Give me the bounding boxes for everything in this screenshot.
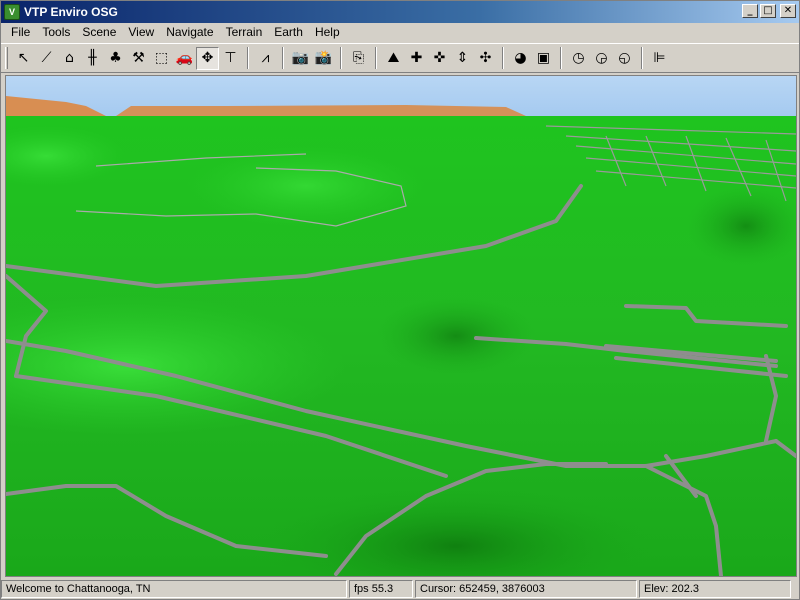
draw-fence-button[interactable]: ⟋ [35,47,58,70]
profile-button[interactable]: ⩘ [254,47,277,70]
time-button[interactable]: ◷ [567,47,590,70]
select-box-button[interactable]: ⬚ [150,47,173,70]
app-icon[interactable]: V [4,4,20,20]
navigate-all-icon: ✣ [479,50,492,66]
app-window: V VTP Enviro OSG _ □ ✕ File Tools Scene … [0,0,800,600]
window-title: VTP Enviro OSG [24,5,118,19]
menu-navigate[interactable]: Navigate [160,23,219,42]
power-line-icon: ╫ [88,50,97,66]
terrain-flight-button[interactable]: ⛰ [382,47,405,70]
terrain-flight-icon: ⛰ [387,50,400,66]
tree-button[interactable]: ♣ [104,47,127,70]
camera-save-button[interactable]: 📸 [312,47,335,70]
measure-icon: ⊤ [224,50,237,66]
toolbar-separator [340,47,342,69]
toolbar: ↖ ⟋ ⌂ ╫ ♣ ⚒ ⬚ 🚗 ✥ ⊤ ⩘ 📷 📸 ⎘ ⛰ ✚ ✜ ⇕ ✣ ◕ ▣ ◷ ◶ ◵ ⊫ [1,43,799,73]
measure-button[interactable]: ⊤ [219,47,242,70]
status-cursor: Cursor: 652459, 3876003 [415,580,637,598]
3d-viewport[interactable] [5,75,797,577]
status-fps: fps 55.3 [349,580,413,598]
scene-graph-icon: ⊫ [653,50,666,66]
profile-icon: ⩘ [261,50,270,66]
move-icon: ✥ [201,50,214,66]
time-icon: ◷ [572,50,585,66]
toolbar-separator [560,47,562,69]
menu-earth[interactable]: Earth [268,23,309,42]
earth-globe-icon: ◕ [514,50,527,66]
time-play-button[interactable]: ◶ [590,47,613,70]
power-line-button[interactable]: ╫ [81,47,104,70]
toolbar-separator [247,47,249,69]
speed-down-icon: ✜ [433,50,446,66]
toolbar-separator [375,47,377,69]
camera-icon: 📷 [291,50,310,66]
route-button[interactable]: ⚒ [127,47,150,70]
select-box-icon: ⬚ [154,50,169,66]
earth-globe-button[interactable]: ◕ [509,47,532,70]
menu-terrain[interactable]: Terrain [220,23,269,42]
draw-fence-icon: ⟋ [41,50,52,66]
move-button[interactable]: ✥ [196,46,219,70]
camera-save-icon: 📸 [314,50,333,66]
vehicle-button[interactable]: 🚗 [173,47,196,70]
layers-button[interactable]: ⎘ [347,47,370,70]
speed-up-button[interactable]: ✚ [405,47,428,70]
minimize-button[interactable]: _ [742,4,758,18]
speed-up-icon: ✚ [410,50,423,66]
altitude-icon: ⇕ [456,50,469,66]
toolbar-separator [282,47,284,69]
toolbar-separator [641,47,643,69]
menu-help[interactable]: Help [309,23,346,42]
toolbar-separator [502,47,504,69]
terrain-scene[interactable] [6,76,796,576]
building-button[interactable]: ⌂ [58,47,81,70]
menu-bar: File Tools Scene View Navigate Terrain E… [1,23,799,42]
status-bar: Welcome to Chattanooga, TN fps 55.3 Curs… [1,579,799,599]
altitude-button[interactable]: ⇕ [451,47,474,70]
layers-icon: ⎘ [352,50,365,66]
time-stop-button[interactable]: ◵ [613,47,636,70]
time-stop-icon: ◵ [618,50,631,66]
select-pointer-icon: ↖ [17,50,30,66]
route-icon: ⚒ [132,50,145,66]
menu-file[interactable]: File [5,23,36,42]
earth-map-icon: ▣ [536,50,551,66]
building-icon: ⌂ [65,50,74,66]
navigate-all-button[interactable]: ✣ [474,47,497,70]
menu-view[interactable]: View [122,23,160,42]
earth-map-button[interactable]: ▣ [532,47,555,70]
menu-tools[interactable]: Tools [36,23,76,42]
toolbar-grip[interactable] [5,47,8,69]
speed-down-button[interactable]: ✜ [428,47,451,70]
title-bar[interactable]: V VTP Enviro OSG _ □ ✕ [1,1,799,23]
tree-icon: ♣ [109,50,122,66]
status-message: Welcome to Chattanooga, TN [1,580,347,598]
close-button[interactable]: ✕ [780,4,796,18]
status-elevation: Elev: 202.3 [639,580,791,598]
maximize-button[interactable]: □ [760,4,776,18]
time-play-icon: ◶ [595,50,608,66]
scene-graph-button[interactable]: ⊫ [648,47,671,70]
camera-button[interactable]: 📷 [289,47,312,70]
select-pointer-button[interactable]: ↖ [12,47,35,70]
menu-scene[interactable]: Scene [76,23,122,42]
vehicle-icon: 🚗 [175,50,194,66]
